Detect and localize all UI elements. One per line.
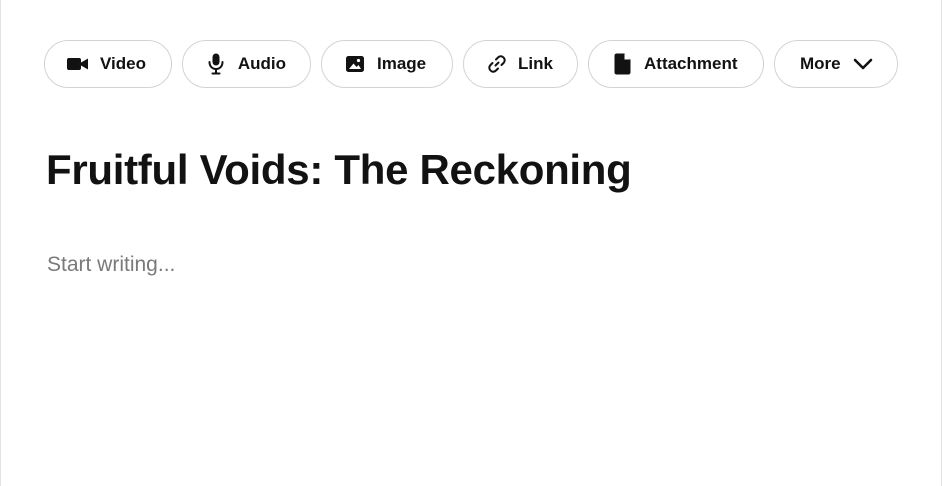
chevron-down-icon (853, 53, 873, 75)
image-icon (344, 53, 366, 75)
post-body-input[interactable] (47, 250, 897, 280)
media-toolbar: Video Audio Image Link Attachment More (44, 40, 898, 88)
link-button[interactable]: Link (463, 40, 578, 88)
editor-window: Video Audio Image Link Attachment More F… (0, 0, 942, 486)
image-button-label: Image (377, 54, 427, 73)
post-title[interactable]: Fruitful Voids: The Reckoning (46, 146, 632, 194)
image-button[interactable]: Image (321, 40, 453, 88)
link-button-label: Link (518, 54, 553, 73)
video-button[interactable]: Video (44, 40, 172, 88)
audio-button[interactable]: Audio (182, 40, 311, 88)
more-button-label: More (800, 54, 841, 73)
link-icon (486, 53, 507, 75)
video-camera-icon (67, 53, 89, 75)
more-button[interactable]: More (774, 40, 898, 88)
attachment-button[interactable]: Attachment (588, 40, 764, 88)
microphone-icon (205, 53, 227, 75)
audio-button-label: Audio (237, 54, 286, 73)
file-icon (611, 53, 633, 75)
attachment-button-label: Attachment (644, 54, 738, 73)
video-button-label: Video (100, 54, 146, 73)
